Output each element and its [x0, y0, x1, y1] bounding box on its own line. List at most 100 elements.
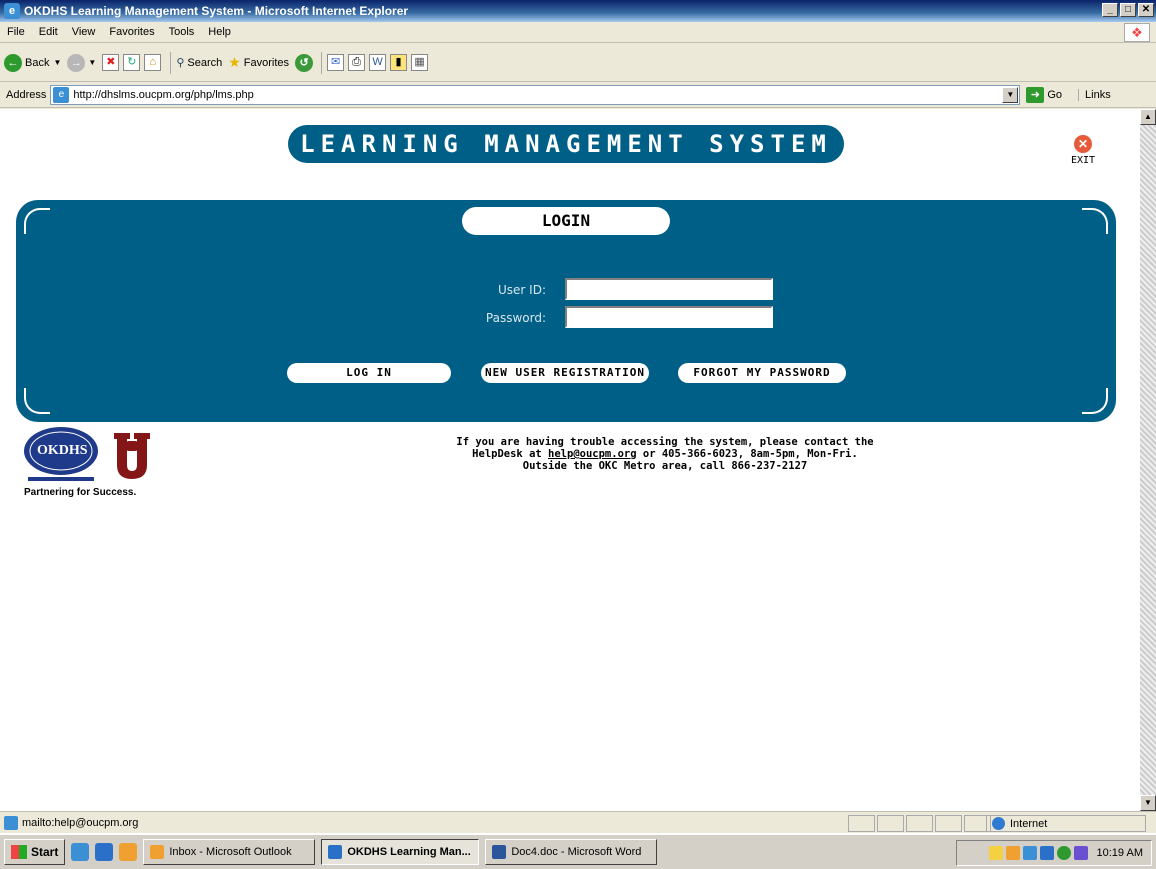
- search-button[interactable]: ⚲ Search: [176, 56, 223, 70]
- ou-logo: [114, 433, 150, 479]
- panel-corner: [24, 388, 50, 414]
- scroll-down-button[interactable]: ▼: [1140, 795, 1156, 811]
- lms-banner: LEARNING MANAGEMENT SYSTEM: [288, 125, 844, 163]
- task-outlook[interactable]: Inbox - Microsoft Outlook: [143, 839, 316, 865]
- quicklaunch-outlook-icon[interactable]: [119, 843, 138, 861]
- task-outlook-label: Inbox - Microsoft Outlook: [169, 846, 292, 858]
- go-button[interactable]: ➜ Go: [1026, 86, 1063, 103]
- tray-network-icon[interactable]: [1022, 846, 1037, 860]
- go-arrow-icon: ➜: [1026, 86, 1045, 103]
- login-panel: LOGIN User ID: Password: LOG IN NEW USER…: [16, 200, 1116, 422]
- scroll-up-button[interactable]: ▲: [1140, 109, 1156, 125]
- stop-icon[interactable]: ✖: [102, 54, 120, 71]
- vertical-scrollbar[interactable]: ▲ ▼: [1140, 109, 1156, 811]
- helpdesk-email-link[interactable]: help@oucpm.org: [548, 448, 637, 460]
- taskbar: Start Inbox - Microsoft Outlook OKDHS Le…: [0, 833, 1156, 869]
- status-cells: [848, 815, 993, 832]
- menu-tools[interactable]: Tools: [162, 26, 202, 38]
- internet-globe-icon: [992, 817, 1005, 830]
- tray-status-icon[interactable]: [1056, 846, 1071, 860]
- refresh-icon[interactable]: ↻: [123, 54, 141, 71]
- word-edit-icon[interactable]: W: [369, 54, 387, 71]
- panel-corner: [1082, 388, 1108, 414]
- address-dropdown-icon[interactable]: ▼: [1002, 86, 1019, 103]
- links-button[interactable]: Links: [1078, 88, 1111, 101]
- new-user-registration-button[interactable]: NEW USER REGISTRATION: [481, 363, 649, 383]
- task-word[interactable]: Doc4.doc - Microsoft Word: [485, 839, 658, 865]
- maximize-button[interactable]: □: [1120, 3, 1136, 17]
- partnering-tagline: Partnering for Success.: [24, 487, 137, 498]
- security-zone: Internet: [986, 815, 1146, 832]
- menu-help[interactable]: Help: [201, 26, 238, 38]
- help-line-3: Outside the OKC Metro area, call 866-237…: [522, 460, 808, 472]
- tray-messenger-icon[interactable]: [1039, 846, 1054, 860]
- ie-icon: [328, 845, 343, 859]
- menu-favorites[interactable]: Favorites: [102, 26, 161, 38]
- ie-icon: e: [4, 3, 20, 19]
- minimize-button[interactable]: _: [1102, 3, 1118, 17]
- help-suffix: or 405-366-6023, 8am-5pm, Mon-Fri.: [636, 448, 858, 460]
- menu-edit[interactable]: Edit: [32, 26, 65, 38]
- outlook-icon: [150, 845, 165, 859]
- task-word-label: Doc4.doc - Microsoft Word: [511, 846, 642, 858]
- print-icon[interactable]: ⎙: [348, 54, 366, 71]
- back-dropdown-icon[interactable]: ▼: [53, 58, 61, 67]
- toolbar: ← Back ▼ → ▼ ✖ ↻ ⌂ ⚲ Search ★ Favorites …: [0, 44, 1156, 82]
- home-icon[interactable]: ⌂: [144, 54, 162, 71]
- close-button[interactable]: ✕: [1138, 3, 1154, 17]
- search-icon: ⚲: [176, 57, 185, 69]
- toolbar-separator-2: [321, 51, 323, 74]
- mail-icon[interactable]: ✉: [327, 54, 345, 71]
- back-arrow-icon: ←: [4, 53, 22, 72]
- quicklaunch-ie-icon[interactable]: [95, 843, 114, 861]
- address-field[interactable]: e http://dhslms.oucpm.org/php/lms.php ▼: [50, 84, 1021, 105]
- userid-label: User ID:: [498, 283, 546, 297]
- go-label: Go: [1047, 88, 1063, 101]
- task-ie[interactable]: OKDHS Learning Man...: [321, 839, 480, 865]
- discuss-icon[interactable]: ▮: [390, 54, 408, 71]
- login-button[interactable]: LOG IN: [287, 363, 451, 383]
- toolbar-separator: [170, 51, 172, 74]
- help-text: If you are having trouble accessing the …: [440, 436, 890, 472]
- help-prefix: HelpDesk at: [472, 448, 549, 460]
- exit-label: EXIT: [1070, 155, 1096, 166]
- forgot-password-button[interactable]: FORGOT MY PASSWORD: [678, 363, 846, 383]
- address-url[interactable]: http://dhslms.oucpm.org/php/lms.php: [73, 89, 253, 101]
- password-input[interactable]: [565, 306, 773, 328]
- favorites-button[interactable]: ★ Favorites: [228, 54, 289, 71]
- userid-input[interactable]: [565, 278, 773, 300]
- back-label: Back: [25, 56, 50, 69]
- windows-logo-icon: ❖: [1124, 23, 1150, 42]
- windows-start-icon: [11, 845, 27, 859]
- tray-mail-icon[interactable]: [988, 846, 1003, 860]
- search-label: Search: [187, 56, 223, 69]
- status-cell: [877, 815, 904, 832]
- quicklaunch-desktop-icon[interactable]: [71, 843, 90, 861]
- status-cell: [935, 815, 962, 832]
- panel-corner: [1082, 208, 1108, 234]
- start-button[interactable]: Start: [4, 839, 66, 865]
- tray-antivirus-icon[interactable]: [1073, 846, 1088, 860]
- forward-dropdown-icon[interactable]: ▼: [88, 58, 96, 67]
- history-icon[interactable]: ↺: [295, 53, 314, 72]
- forward-arrow-icon: →: [67, 53, 86, 72]
- messenger-icon[interactable]: ▦: [411, 54, 429, 71]
- menu-file[interactable]: File: [0, 26, 32, 38]
- ie-window: e OKDHS Learning Management System - Mic…: [0, 0, 1156, 869]
- status-bar: mailto:help@oucpm.org Internet: [0, 811, 1156, 833]
- forward-button[interactable]: → ▼: [67, 53, 96, 72]
- help-line-1: If you are having trouble accessing the …: [456, 436, 874, 448]
- menu-view[interactable]: View: [65, 26, 103, 38]
- zone-label: Internet: [1010, 817, 1048, 830]
- okdhs-logo-text: OKDHS: [37, 443, 88, 458]
- status-cell: [848, 815, 875, 832]
- system-tray: 10:19 AM: [956, 840, 1152, 866]
- page-content: LEARNING MANAGEMENT SYSTEM ✕ EXIT LOGIN …: [0, 109, 1140, 811]
- tray-outlook-icon[interactable]: [1005, 846, 1020, 860]
- status-page-icon: [4, 815, 18, 830]
- clock[interactable]: 10:19 AM: [1097, 847, 1143, 859]
- exit-button[interactable]: ✕ EXIT: [1068, 135, 1098, 166]
- back-button[interactable]: ← Back ▼: [4, 53, 61, 72]
- status-cell: [906, 815, 933, 832]
- menu-bar: File Edit View Favorites Tools Help ❖: [0, 22, 1156, 43]
